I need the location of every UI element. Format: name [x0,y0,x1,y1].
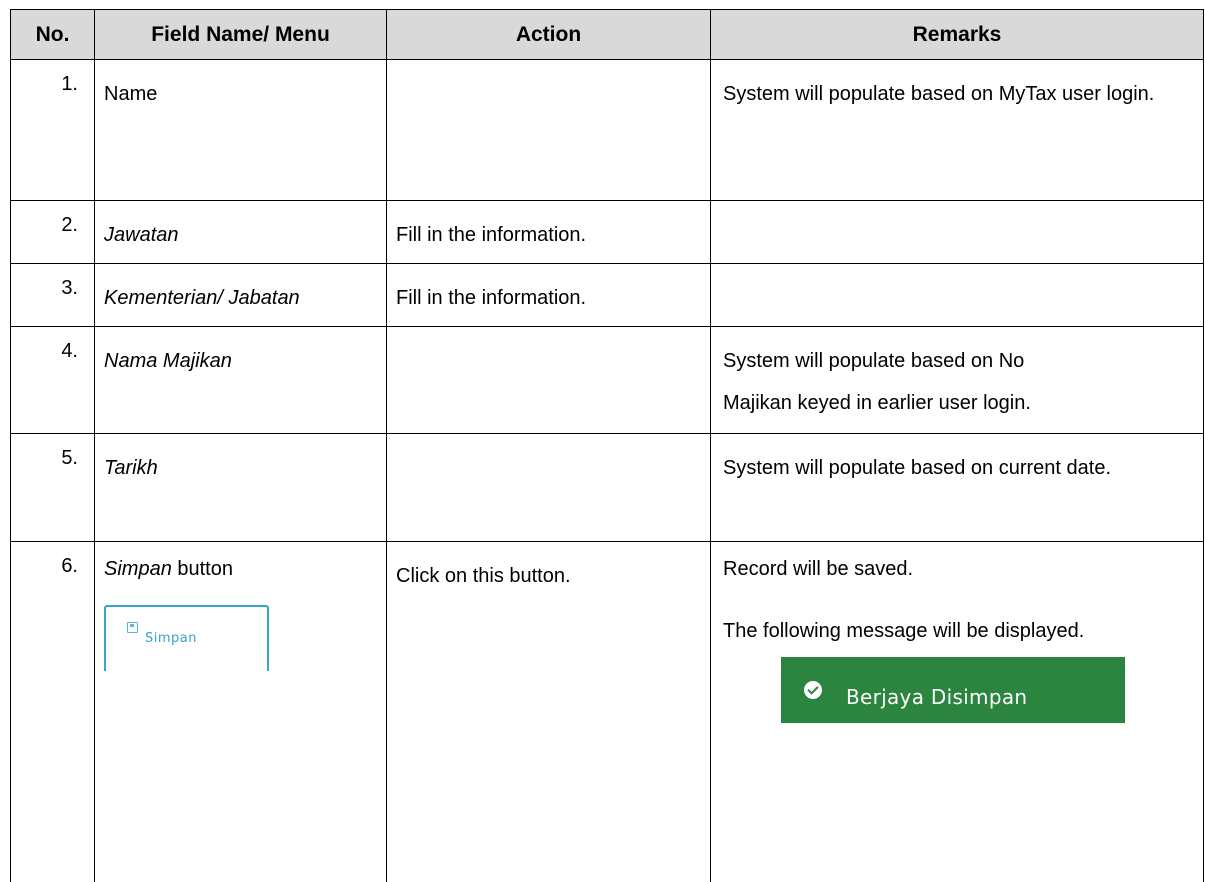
table-row: 4. Nama Majikan System will populate bas… [10,326,1204,434]
table-row: 6. Simpan button Simpan Click on this bu… [10,541,1204,882]
row-number: 4. [10,326,95,434]
field-cell: Simpan button Simpan [94,541,387,882]
table-row: 3. Kementerian/ Jabatan Fill in the info… [10,263,1204,327]
field-name: Name [94,59,387,201]
action-text: Click on this button. [386,541,711,882]
field-name: Jawatan [104,224,179,246]
simpan-button[interactable]: Simpan [104,605,269,671]
action-text [386,326,711,434]
remarks-text [710,200,1204,264]
row-number: 1. [10,59,95,201]
remarks-text: System will populate based on MyTax user… [710,59,1204,201]
action-text [386,433,711,542]
success-message-label: Berjaya Disimpan [846,685,1028,709]
field-name-suffix: button [171,558,233,580]
remarks-line: Record will be saved. [723,558,914,580]
check-circle-icon [804,681,822,699]
remarks-text [710,263,1204,327]
field-description-table: No. Field Name/ Menu Action Remarks 1. N… [10,9,1204,882]
field-name: Kementerian/ Jabatan [104,287,300,309]
field-name: Nama Majikan [104,350,232,372]
header-action: Action [386,9,711,60]
save-icon [127,622,138,633]
remarks-text: System will populate based on current da… [710,433,1204,542]
header-field-name: Field Name/ Menu [94,9,387,60]
success-message-banner: Berjaya Disimpan [781,657,1125,723]
action-text [386,59,711,201]
field-name: Tarikh [104,457,158,479]
simpan-button-label: Simpan [145,631,197,646]
header-no: No. [10,9,95,60]
row-number: 6. [10,541,95,882]
remarks-cell: System will populate based on No Majikan… [710,326,1204,434]
action-text: Fill in the information. [386,200,711,264]
table-row: 1. Name System will populate based on My… [10,59,1204,201]
header-remarks: Remarks [710,9,1204,60]
action-text: Fill in the information. [386,263,711,327]
remarks-line: System will populate based on No [723,350,1025,372]
table-row: 2. Jawatan Fill in the information. [10,200,1204,264]
table-header-row: No. Field Name/ Menu Action Remarks [10,9,1204,60]
table-row: 5. Tarikh System will populate based on … [10,433,1204,542]
remarks-line: The following message will be displayed. [723,620,1085,642]
row-number: 3. [10,263,95,327]
field-name: Simpan [104,558,172,580]
row-number: 2. [10,200,95,264]
row-number: 5. [10,433,95,542]
remarks-line: Majikan keyed in earlier user login. [723,392,1031,414]
remarks-cell: Record will be saved. The following mess… [710,541,1204,882]
